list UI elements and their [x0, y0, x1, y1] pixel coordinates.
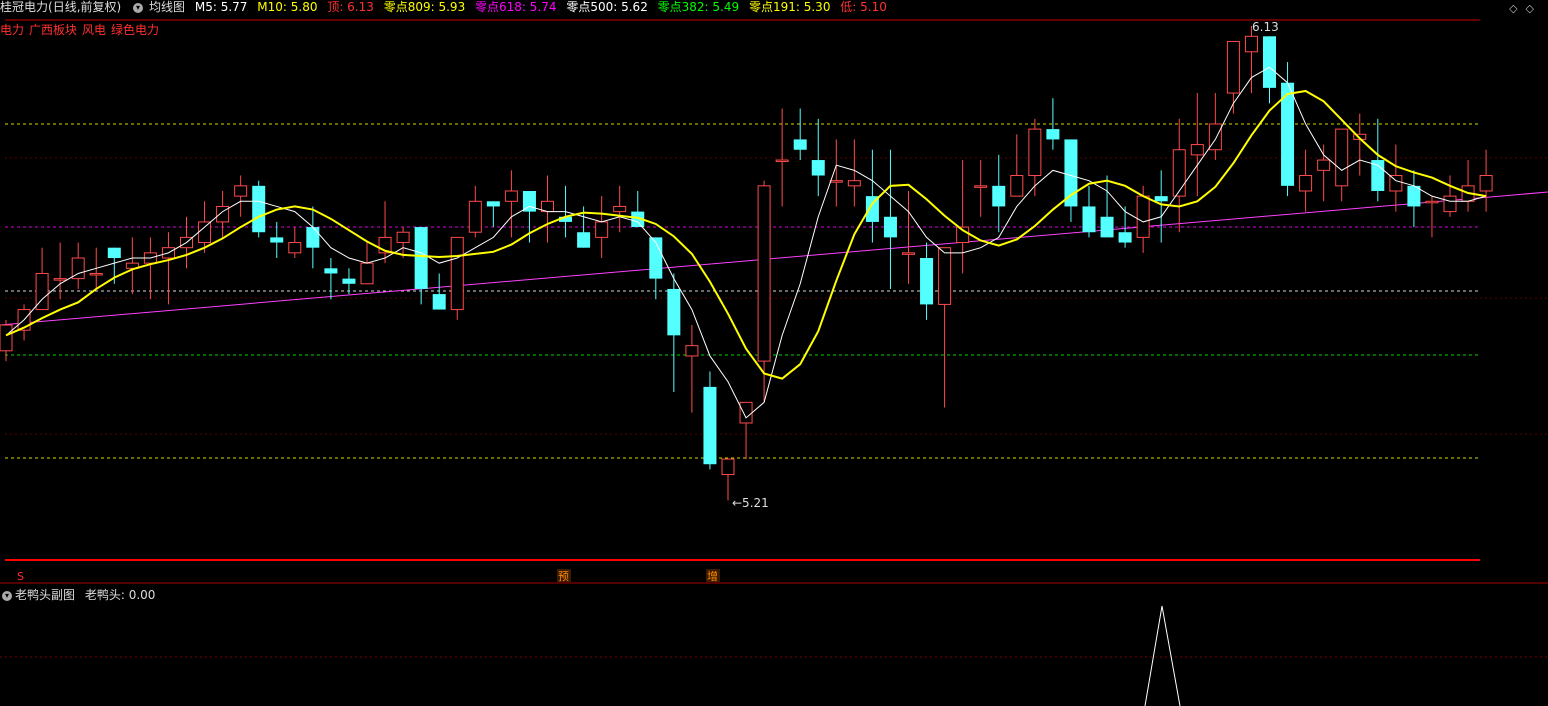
candle-body [775, 159, 789, 163]
event-markers: S 预 增 [17, 569, 720, 583]
candlestick-chart[interactable]: 6.13 ←5.21 S 预 增 [0, 0, 1548, 706]
candle-body [920, 258, 934, 305]
candle-body [396, 231, 410, 244]
candle-body [1317, 159, 1331, 171]
candle-body [938, 247, 952, 305]
candle-body [1064, 139, 1078, 207]
candle-body [829, 180, 843, 183]
candle-body [198, 221, 212, 244]
candle-body [486, 201, 500, 207]
candle-body [1190, 144, 1204, 156]
candle-body [1136, 195, 1150, 238]
marker-s[interactable]: S [17, 570, 24, 583]
candle-body [902, 252, 915, 255]
candle-body [613, 205, 627, 213]
candle-body [974, 185, 988, 188]
candle-body [667, 288, 681, 336]
candle-body [847, 180, 861, 187]
candle-body [703, 386, 717, 465]
candle-body [1335, 128, 1349, 187]
candle-body [234, 185, 248, 197]
candle-body [1263, 36, 1276, 88]
trend-line [0, 191, 1548, 326]
candle-body [595, 221, 609, 238]
candle-body [0, 324, 13, 352]
candle-body [1389, 175, 1403, 192]
subchart-line [1144, 605, 1181, 706]
candle-body [450, 236, 464, 311]
candle-body [1299, 175, 1313, 192]
candle-body [757, 185, 771, 362]
ma10-line [5, 89, 1487, 380]
subchart-value: 老鸭头: 0.00 [84, 588, 156, 602]
candle-body [1244, 35, 1258, 53]
candle-body [1154, 196, 1168, 202]
dropdown-icon[interactable]: ▾ [2, 590, 12, 601]
subchart-header: ▾ 老鸭头副图 老鸭头: 0.00 [0, 586, 155, 603]
candle-body [270, 237, 284, 243]
candle-body [883, 216, 897, 238]
candle-body [1425, 200, 1439, 204]
candle-body [324, 268, 338, 274]
candle-body [1226, 40, 1240, 94]
candle-body [414, 227, 428, 289]
candle-body [1010, 175, 1024, 197]
candle-body [360, 262, 374, 285]
marker-yu[interactable]: 预 [558, 570, 569, 583]
candle-body [1118, 232, 1132, 243]
candle-body [342, 278, 356, 284]
candle-body [577, 232, 591, 248]
candle-body [793, 139, 807, 150]
candle-body [288, 242, 302, 254]
candle-body [1046, 129, 1060, 140]
low-annotation: ←5.21 [732, 496, 769, 510]
candle-body [468, 200, 482, 233]
candle-body [685, 345, 699, 357]
marker-zeng[interactable]: 增 [707, 569, 718, 583]
candle-body [252, 185, 266, 233]
candle-body [1172, 149, 1186, 197]
candle-body [432, 294, 446, 310]
candle-body [107, 247, 121, 259]
candle-body [1028, 128, 1042, 177]
candle-body [1082, 206, 1096, 233]
subchart-title[interactable]: 老鸭头副图 [15, 588, 75, 602]
candle-body [504, 190, 518, 202]
candle-body [1479, 175, 1493, 192]
high-annotation: 6.13 [1252, 20, 1279, 34]
candle-body [53, 278, 67, 281]
ma5-line [5, 66, 1487, 419]
candle-body [992, 185, 1006, 207]
candle-body [811, 160, 825, 176]
candle-body [306, 227, 320, 248]
candle-body [89, 272, 103, 276]
candle-body [739, 401, 753, 424]
candle-body [1100, 216, 1114, 238]
candle-body [721, 458, 735, 476]
candle-body [1443, 195, 1457, 213]
